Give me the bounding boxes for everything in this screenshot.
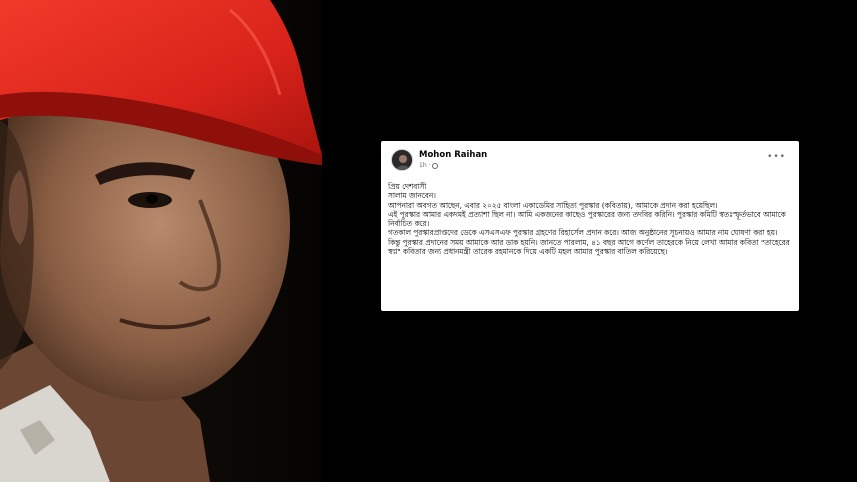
post-line: প্রিয় দেশবাসী <box>388 182 427 191</box>
post-line: গতকাল পুরস্কারপ্রাপ্তদের ডেকে এসএসএফ পুর… <box>388 228 778 238</box>
author-name[interactable]: Mohon Raihan <box>419 150 487 161</box>
timestamp-row: 1h · <box>419 161 487 170</box>
post-time[interactable]: 1h · <box>419 161 430 170</box>
avatar[interactable] <box>391 149 413 171</box>
post-line: এই পুরস্কার আমার একদমই প্রত্যাশা ছিল না।… <box>388 209 786 229</box>
post-meta: Mohon Raihan 1h · <box>419 147 487 170</box>
globe-icon <box>432 162 439 169</box>
facebook-post-card: Mohon Raihan 1h · ••• প্রিয় দেশবাসী সাল… <box>381 141 799 311</box>
portrait-photo <box>0 0 322 482</box>
post-header: Mohon Raihan 1h · ••• <box>388 147 792 177</box>
post-line: আপনারা অবগত আছেন, এবার ২০২৫ বাংলা একাডেম… <box>388 200 718 210</box>
post-line: সালাম জানবেন। <box>388 191 436 201</box>
post-body: প্রিয় দেশবাসী সালাম জানবেন। আপনারা অবগত… <box>388 182 792 256</box>
more-options-icon[interactable]: ••• <box>767 152 786 162</box>
post-line: কিন্তু পুরস্কার প্রদানের সময় আমাকে আর ড… <box>388 237 790 257</box>
